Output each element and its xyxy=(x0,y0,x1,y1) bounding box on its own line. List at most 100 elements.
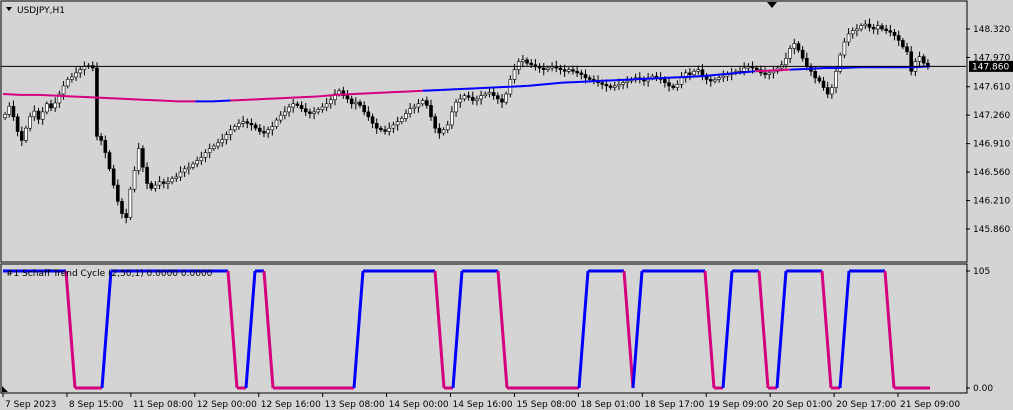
candle-body xyxy=(65,79,70,87)
candle-body xyxy=(354,101,358,105)
candle-body xyxy=(688,72,692,75)
candle-body xyxy=(717,77,721,80)
x-tick-label: 14 Sep 00:00 xyxy=(389,400,449,410)
candle-body xyxy=(846,33,851,43)
candle-body xyxy=(203,152,208,158)
indicator-y-tick-label: 105 xyxy=(973,267,990,277)
x-tick-label: 21 Sep 09:00 xyxy=(900,400,960,410)
candle-body xyxy=(742,67,746,72)
candle-body xyxy=(178,171,183,178)
candle-body xyxy=(529,62,534,66)
candle-body xyxy=(191,163,195,168)
candle-body xyxy=(24,127,28,141)
candle-body xyxy=(262,131,266,134)
candle-body xyxy=(617,83,621,87)
ma-segment xyxy=(282,96,301,100)
ma-segment xyxy=(55,94,74,98)
candle-body xyxy=(345,95,350,100)
candle-body xyxy=(663,79,667,83)
ma-segment xyxy=(335,93,353,96)
candle-body xyxy=(612,85,617,88)
candle-body xyxy=(3,114,7,118)
candle-body xyxy=(111,168,116,186)
candle-body xyxy=(600,82,605,85)
candle-body xyxy=(896,35,901,41)
candle-body xyxy=(32,110,37,118)
candle-body xyxy=(28,116,32,129)
candle-body xyxy=(49,103,53,109)
candle-body xyxy=(796,43,801,51)
candle-body xyxy=(324,103,329,108)
ma-segment xyxy=(405,89,423,93)
ma-segment xyxy=(107,97,126,100)
ma-segment xyxy=(125,97,143,101)
candle-body xyxy=(295,103,300,106)
candle-body xyxy=(558,67,563,70)
candle-body xyxy=(149,183,154,189)
candle-body xyxy=(303,108,308,113)
candle-body xyxy=(921,56,926,64)
candle-body xyxy=(7,105,12,115)
candle-body xyxy=(425,100,429,106)
candle-body xyxy=(395,121,400,126)
candle-body xyxy=(708,79,713,82)
candle-body xyxy=(429,105,433,118)
x-tick-label: 19 Sep 09:00 xyxy=(708,400,768,410)
candle-body xyxy=(880,25,884,30)
candle-body xyxy=(78,69,83,74)
candle-body xyxy=(450,111,454,126)
candle-body xyxy=(475,98,479,101)
candle-body xyxy=(349,98,354,105)
candle-body xyxy=(692,70,696,75)
candle-body xyxy=(905,46,909,53)
ma-segment xyxy=(212,99,231,103)
candle-body xyxy=(909,51,914,72)
candle-body xyxy=(291,103,296,108)
trading-chart[interactable]: 148.320147.970147.610147.260146.910146.5… xyxy=(0,0,1013,410)
candle-body xyxy=(850,30,855,35)
candle-body xyxy=(587,77,592,80)
candle-body xyxy=(855,28,859,31)
ma-segment xyxy=(492,85,511,89)
candle-body xyxy=(391,124,396,129)
candle-body xyxy=(571,69,575,72)
candle-body xyxy=(562,69,567,72)
candle-body xyxy=(604,83,609,87)
candle-body xyxy=(366,111,371,118)
candle-body xyxy=(767,72,772,75)
candle-body xyxy=(876,25,880,30)
candle-body xyxy=(258,127,262,132)
candle-body xyxy=(437,127,442,134)
candle-body xyxy=(182,168,187,173)
candle-body xyxy=(274,119,279,127)
candle-body xyxy=(312,111,316,114)
ma-segment xyxy=(422,88,441,92)
ma-segment xyxy=(842,66,861,70)
candle-body xyxy=(174,176,179,179)
candle-body xyxy=(575,70,579,74)
candle-body xyxy=(675,83,680,88)
candle-body xyxy=(466,95,471,98)
ma-segment xyxy=(160,99,178,103)
candle-body xyxy=(784,57,788,66)
candle-body xyxy=(445,124,450,131)
candle-body xyxy=(103,140,108,153)
candle-body xyxy=(132,170,137,190)
candle-body xyxy=(621,82,625,85)
candle-body xyxy=(11,105,16,118)
candle-body xyxy=(884,28,888,31)
candle-body xyxy=(337,90,341,95)
candle-body xyxy=(95,67,99,137)
candle-body xyxy=(567,69,571,72)
candle-body xyxy=(892,31,897,36)
ma-segment xyxy=(247,97,266,101)
candle-body xyxy=(19,131,24,141)
candle-body xyxy=(161,181,166,184)
candle-body xyxy=(763,72,767,75)
ma-segment xyxy=(632,77,651,81)
ma-segment xyxy=(667,75,686,79)
candle-body xyxy=(216,142,220,147)
candle-body xyxy=(379,127,383,131)
candle-body xyxy=(45,103,49,113)
candle-body xyxy=(516,61,521,70)
